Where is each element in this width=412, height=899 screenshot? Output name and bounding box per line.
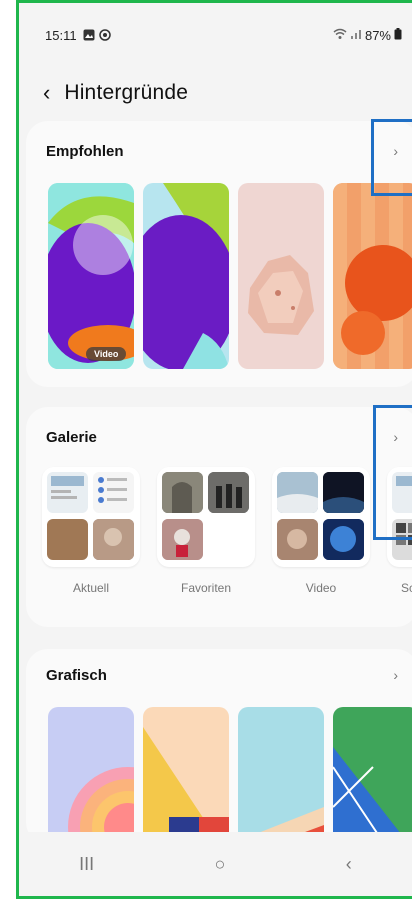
album-thumb	[392, 472, 412, 513]
page-title: Hintergründe	[64, 81, 189, 104]
wallpaper-graphic-2[interactable]	[143, 707, 229, 844]
back-button[interactable]: ‹	[346, 854, 352, 875]
chevron-right-icon[interactable]: ›	[393, 143, 398, 159]
home-button[interactable]: ○	[215, 854, 226, 875]
wallpaper-thumb-1[interactable]: Video	[48, 183, 134, 369]
album-thumb	[323, 472, 364, 513]
album-label-aktuell: Aktuell	[72, 581, 110, 595]
album-thumb	[323, 519, 364, 560]
signal-icon	[350, 28, 362, 43]
album-label-favoriten: Favoriten	[180, 581, 232, 595]
video-badge: Video	[86, 347, 127, 361]
settings-icon	[98, 29, 111, 41]
album-thumb	[93, 472, 134, 513]
album-thumb	[208, 472, 249, 513]
album-thumb	[392, 519, 412, 560]
album-screenshots[interactable]	[387, 467, 412, 567]
album-label-video: Video	[305, 581, 337, 595]
album-aktuell[interactable]	[42, 467, 140, 567]
battery-icon	[394, 27, 402, 43]
album-thumb	[277, 519, 318, 560]
section-title-graphic: Grafisch	[46, 667, 107, 684]
recents-button[interactable]: III	[79, 854, 94, 875]
battery-percentage: 87%	[364, 27, 391, 43]
wallpaper-graphic-4[interactable]	[333, 707, 412, 844]
album-video[interactable]	[272, 467, 370, 567]
album-thumb	[47, 472, 88, 513]
album-thumb	[162, 519, 203, 560]
section-graphic: Grafisch ›	[26, 649, 412, 844]
phone-frame: 15:11 87% ‹ Hintergründe Empfohlen › Vid…	[16, 0, 412, 899]
chevron-right-icon[interactable]: ›	[393, 667, 398, 683]
wallpaper-thumb-4[interactable]	[333, 183, 412, 369]
gallery-icon	[83, 29, 95, 41]
album-thumb	[277, 472, 318, 513]
wallpaper-graphic-1[interactable]	[48, 707, 134, 844]
status-time: 15:11	[45, 27, 77, 43]
album-thumb	[47, 519, 88, 560]
album-favoriten[interactable]	[157, 467, 255, 567]
status-bar: 15:11 87%	[45, 25, 402, 45]
album-thumb	[93, 519, 134, 560]
chevron-right-icon[interactable]: ›	[393, 429, 398, 445]
section-recommended: Empfohlen › Video	[26, 121, 412, 387]
album-label-screenshots: Sc	[401, 581, 412, 595]
wallpaper-thumb-2[interactable]	[143, 183, 229, 369]
section-title-gallery: Galerie	[46, 429, 97, 446]
page-header: ‹ Hintergründe	[43, 77, 188, 109]
system-navbar: III ○ ‹	[19, 832, 412, 896]
wifi-icon	[333, 28, 347, 43]
wallpaper-graphic-3[interactable]	[238, 707, 324, 844]
album-thumb	[162, 472, 203, 513]
wallpaper-thumb-3[interactable]	[238, 183, 324, 369]
chevron-left-icon[interactable]: ‹	[43, 82, 50, 104]
section-title-recommended: Empfohlen	[46, 143, 124, 160]
